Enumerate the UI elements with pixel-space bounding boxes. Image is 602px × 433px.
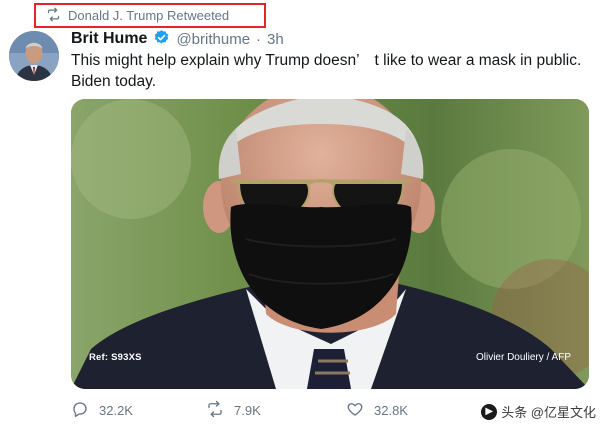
reply-button[interactable]: 32.2K — [71, 400, 133, 421]
retweet-icon — [46, 7, 61, 25]
tweet-header: Brit Hume @brithume · 3h — [71, 29, 284, 49]
tweet-photo[interactable]: Ref: S93XS Olivier Douliery / AFP — [71, 99, 589, 389]
watermark: ▶ 头条 @亿星文化 — [481, 402, 596, 421]
photo-credit-caption: Olivier Douliery / AFP — [475, 352, 571, 363]
verified-badge-icon — [153, 29, 170, 50]
watermark-text: 头条 @亿星文化 — [501, 405, 596, 420]
avatar[interactable] — [9, 31, 59, 81]
reply-count: 32.2K — [99, 403, 133, 418]
reply-icon — [71, 400, 89, 421]
retweet-button[interactable]: 7.9K — [206, 400, 261, 421]
tweet-text: This might help explain why Trump doesn’… — [71, 52, 582, 90]
retweeted-banner[interactable]: Donald J. Trump Retweeted — [34, 3, 266, 28]
separator-dot: · — [256, 30, 262, 48]
retweet-icon — [206, 400, 224, 421]
like-count: 32.8K — [374, 403, 408, 418]
photo-ref-caption: Ref: S93XS — [89, 352, 142, 363]
like-button[interactable]: 32.8K — [346, 400, 408, 421]
heart-icon — [346, 400, 364, 421]
retweet-count: 7.9K — [234, 403, 261, 418]
photo-image — [71, 99, 589, 389]
author-handle[interactable]: @brithume — [176, 31, 250, 48]
author-name[interactable]: Brit Hume — [71, 30, 147, 48]
tweet-timestamp[interactable]: 3h — [267, 31, 284, 48]
toutiao-logo-icon: ▶ — [481, 403, 498, 420]
retweeted-label: Donald J. Trump Retweeted — [68, 8, 230, 23]
